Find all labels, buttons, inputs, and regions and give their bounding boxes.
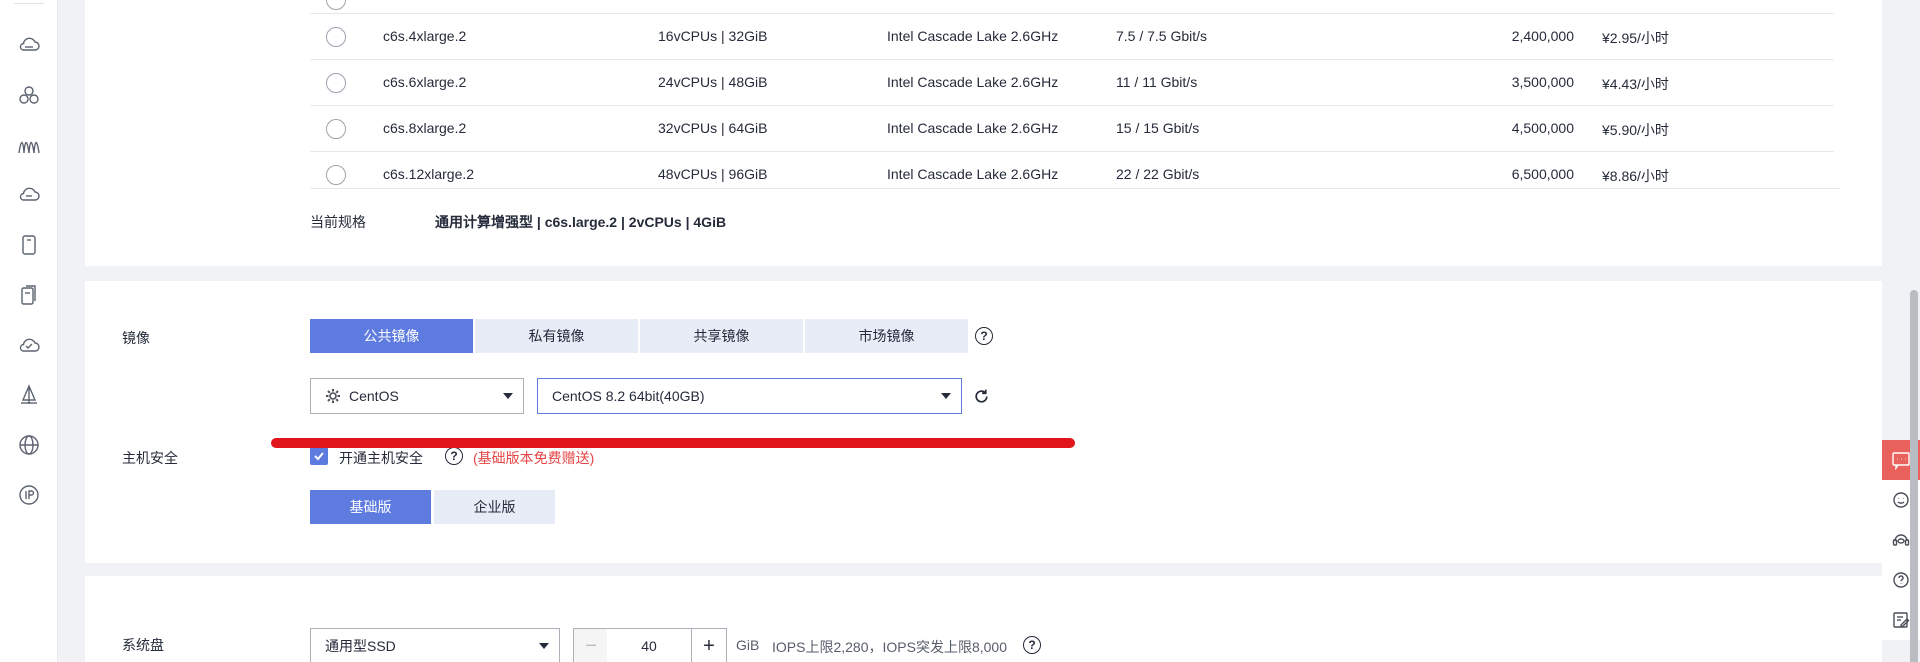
image-version-select[interactable]: CentOS 8.2 64bit(40GB): [537, 378, 962, 414]
spec-processor: Intel Cascade Lake 2.6GHz: [887, 120, 1059, 136]
tab-market-image[interactable]: 市场镜像: [805, 319, 968, 353]
spec-processor: Intel Cascade Lake 2.6GHz: [887, 166, 1059, 182]
spec-vcpu-mem: 16vCPUs | 32GiB: [658, 28, 768, 44]
chevron-down-icon: [503, 393, 513, 399]
spec-bandwidth: 11 / 11 Gbit/s: [1116, 74, 1198, 90]
os-select[interactable]: CentOS: [310, 378, 524, 414]
spec-vcpu-mem: 48vCPUs | 96GiB: [658, 166, 768, 182]
host-security-checkbox-label[interactable]: 开通主机安全: [339, 448, 423, 468]
tab-private-image[interactable]: 私有镜像: [475, 319, 638, 353]
spec-name: c6s.12xlarge.2: [383, 166, 475, 182]
image-tabs: 公共镜像 私有镜像 共享镜像 市场镜像: [310, 319, 970, 353]
table-row[interactable]: c6s.12xlarge.2 48vCPUs | 96GiB Intel Cas…: [310, 152, 1834, 188]
host-security-note: (基础版本免费赠送): [473, 450, 595, 466]
os-select-value: CentOS: [349, 388, 399, 404]
red-annotation-line: [271, 438, 1075, 448]
edition-enterprise-button[interactable]: 企业版: [434, 490, 555, 524]
gear-icon: [326, 389, 340, 403]
spec-bandwidth: 15 / 15 Gbit/s: [1116, 120, 1200, 136]
spec-bandwidth: 7.5 / 7.5 Gbit/s: [1116, 28, 1208, 44]
ip-icon[interactable]: [16, 482, 42, 508]
network-icon[interactable]: [16, 132, 42, 158]
spec-price: ¥8.86/小时: [1602, 168, 1669, 184]
table-row[interactable]: c6s.6xlarge.2 24vCPUs | 48GiB Intel Casc…: [310, 60, 1834, 106]
edition-basic-button[interactable]: 基础版: [310, 490, 431, 524]
check-icon: [314, 452, 324, 461]
spec-radio[interactable]: [326, 73, 346, 93]
disk-type-select[interactable]: 通用型SSD: [310, 628, 560, 662]
host-security-help-icon[interactable]: ?: [445, 447, 463, 465]
image-label: 镜像: [122, 330, 150, 346]
spec-pps: 3,500,000: [1511, 74, 1574, 90]
scrollbar-thumb[interactable]: [1910, 290, 1918, 662]
spec-radio[interactable]: [326, 27, 346, 47]
spec-vcpu-mem: 32vCPUs | 64GiB: [658, 120, 768, 136]
spec-radio[interactable]: [326, 165, 346, 185]
spec-name: c6s.6xlarge.2: [383, 74, 467, 90]
disk-size-unit: GiB: [736, 637, 760, 653]
system-disk-label: 系统盘: [122, 637, 164, 653]
spec-name: c6s.8xlarge.2: [383, 120, 467, 136]
image-help-icon[interactable]: ?: [975, 327, 993, 345]
disk-help-icon[interactable]: ?: [1023, 636, 1041, 654]
spec-processor: Intel Cascade Lake 2.6GHz: [887, 28, 1059, 44]
image-version-value: CentOS 8.2 64bit(40GB): [552, 388, 705, 404]
cloud-server-icon[interactable]: [16, 32, 42, 58]
image-card: 镜像 公共镜像 私有镜像 共享镜像 市场镜像 ? CentOS CentOS 8…: [85, 281, 1882, 563]
tab-public-image[interactable]: 公共镜像: [310, 319, 473, 353]
table-row[interactable]: c6s.8xlarge.2 32vCPUs | 64GiB Intel Casc…: [310, 106, 1834, 152]
disk-icon[interactable]: [16, 232, 42, 258]
deploy-icon[interactable]: [16, 382, 42, 408]
left-icon-rail: [0, 0, 58, 662]
spec-price: ¥5.90/小时: [1602, 122, 1669, 138]
spec-pps: 4,500,000: [1511, 120, 1574, 136]
spec-radio[interactable]: [326, 0, 346, 10]
spec-radio[interactable]: [326, 119, 346, 139]
disk-size-increment-button[interactable]: +: [691, 628, 727, 662]
spec-price: ¥2.95/小时: [1602, 30, 1669, 46]
spec-pps: 2,400,000: [1511, 28, 1574, 44]
spec-table: c6s.4xlarge.2 16vCPUs | 32GiB Intel Casc…: [310, 0, 1834, 188]
cloud-upload-icon[interactable]: [16, 332, 42, 358]
table-divider: [310, 188, 1840, 189]
host-security-label: 主机安全: [122, 450, 178, 466]
spec-bandwidth: 22 / 22 Gbit/s: [1116, 166, 1200, 182]
current-spec-label: 当前规格: [310, 214, 366, 230]
table-row[interactable]: c6s.4xlarge.2 16vCPUs | 32GiB Intel Casc…: [310, 14, 1834, 60]
disk-size-decrement-button[interactable]: −: [573, 628, 609, 662]
refresh-icon[interactable]: [973, 388, 990, 405]
table-row-partial: [310, 0, 1834, 14]
spec-price: ¥4.43/小时: [1602, 76, 1669, 92]
system-disk-card: 系统盘 通用型SSD − + GiB IOPS上限2,280，IOPS突发上限8…: [85, 576, 1882, 662]
spec-vcpu-mem: 24vCPUs | 48GiB: [658, 74, 768, 90]
disk-type-value: 通用型SSD: [325, 638, 396, 654]
chevron-down-icon: [941, 393, 951, 399]
database-icon[interactable]: [16, 182, 42, 208]
current-spec-value: 通用计算增强型 | c6s.large.2 | 2vCPUs | 4GiB: [435, 214, 727, 230]
spec-pps: 6,500,000: [1511, 166, 1574, 182]
chevron-down-icon: [539, 643, 549, 649]
cluster-icon[interactable]: [16, 82, 42, 108]
spec-processor: Intel Cascade Lake 2.6GHz: [887, 74, 1059, 90]
disk-size-input[interactable]: [607, 628, 691, 662]
spec-card: c6s.4xlarge.2 16vCPUs | 32GiB Intel Casc…: [85, 0, 1882, 266]
disk-iops-text: IOPS上限2,280，IOPS突发上限8,000: [772, 639, 1007, 655]
rail-divider: [14, 0, 44, 4]
tab-shared-image[interactable]: 共享镜像: [640, 319, 803, 353]
spec-name: c6s.4xlarge.2: [383, 28, 467, 44]
globe-icon[interactable]: [16, 432, 42, 458]
backup-icon[interactable]: [16, 282, 42, 308]
host-security-checkbox[interactable]: [310, 447, 328, 465]
